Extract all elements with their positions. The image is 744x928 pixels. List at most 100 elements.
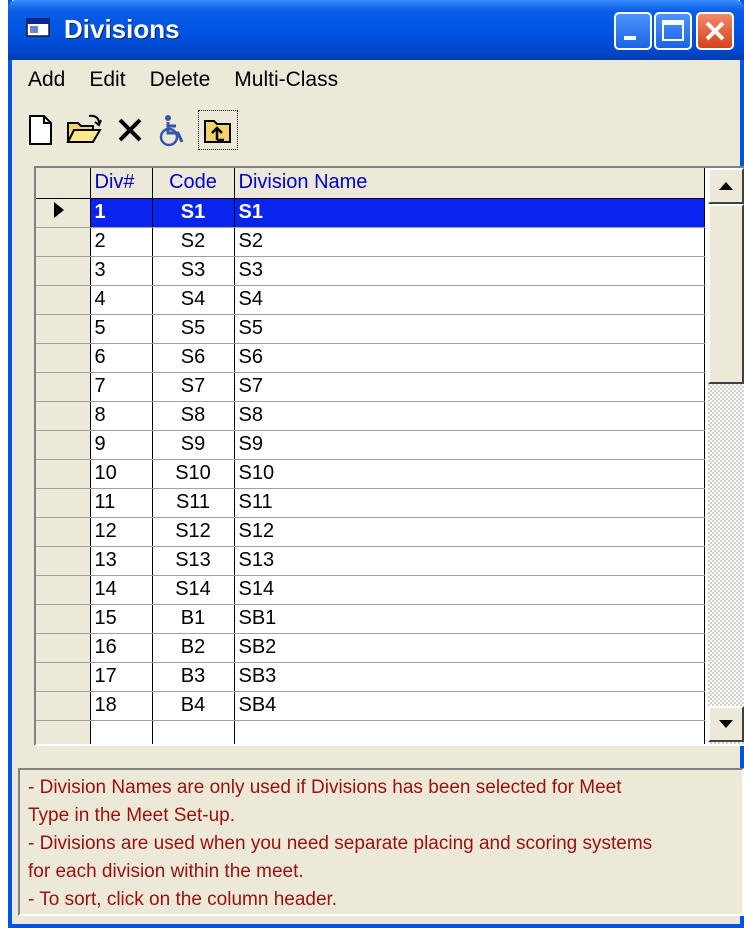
table-row[interactable]: 17 B3 SB3 [36,661,705,692]
cell-div-number[interactable]: 7 [90,372,153,402]
table-row[interactable]: 7 S7 S7 [36,371,705,402]
cell-division-name[interactable]: S13 [234,546,705,576]
cell-div-number[interactable]: 1 [90,198,153,228]
cell-division-name[interactable]: S1 [234,198,705,228]
cell-div-number[interactable]: 12 [90,517,153,547]
cell-division-name[interactable]: S4 [234,285,705,315]
table-row[interactable]: 10 S10 S10 [36,458,705,489]
cell-division-name[interactable]: S9 [234,430,705,460]
menu-multi-class[interactable]: Multi-Class [222,68,350,92]
table-row[interactable]: 11 S11 S11 [36,487,705,518]
row-selector[interactable] [36,255,91,286]
row-selector[interactable] [36,458,91,489]
scroll-down-button[interactable] [708,706,744,742]
cell-div-number[interactable]: 11 [90,488,153,518]
cell-code[interactable]: S10 [152,459,235,489]
cell-division-name[interactable]: SB1 [234,604,705,634]
cell-division-name[interactable]: SB4 [234,691,705,721]
row-selector[interactable] [36,603,91,634]
cell-div-number[interactable]: 17 [90,662,153,692]
cell-div-number[interactable]: 9 [90,430,153,460]
delete-button[interactable] [110,110,150,150]
cell-division-name[interactable]: S8 [234,401,705,431]
cell-div-number[interactable]: 2 [90,227,153,257]
cell-div-number[interactable]: 18 [90,691,153,721]
scroll-thumb[interactable] [708,204,744,384]
cell-code[interactable]: B3 [152,662,235,692]
cell-div-number[interactable]: 10 [90,459,153,489]
cell-div-number[interactable]: 16 [90,633,153,663]
header-div-number[interactable]: Div# [90,168,153,199]
cell-division-name[interactable]: S11 [234,488,705,518]
table-row[interactable]: 15 B1 SB1 [36,603,705,634]
cell-code[interactable]: S6 [152,343,235,373]
table-row[interactable]: 3 S3 S3 [36,255,705,286]
cell-code[interactable]: S5 [152,314,235,344]
table-row[interactable]: 16 B2 SB2 [36,632,705,663]
vertical-scrollbar[interactable] [708,168,744,744]
row-selector[interactable] [36,342,91,373]
minimize-button[interactable] [614,12,652,50]
title-bar[interactable]: Divisions [8,0,744,60]
cell-div-number[interactable]: 5 [90,314,153,344]
table-row[interactable]: 5 S5 S5 [36,313,705,344]
row-selector[interactable] [36,226,91,257]
close-button[interactable] [696,12,734,50]
cell-code[interactable]: S12 [152,517,235,547]
table-row[interactable]: 2 S2 S2 [36,226,705,257]
header-division-name[interactable]: Division Name [234,168,705,199]
cell-division-name[interactable]: SB3 [234,662,705,692]
row-selector[interactable] [36,632,91,663]
row-selector[interactable] [36,429,91,460]
cell-code[interactable]: S2 [152,227,235,257]
cell-div-number[interactable]: 8 [90,401,153,431]
row-selector[interactable] [36,487,91,518]
row-selector[interactable] [36,574,91,605]
cell-code[interactable]: B2 [152,633,235,663]
cell-code[interactable]: S3 [152,256,235,286]
row-selector[interactable] [36,313,91,344]
table-row[interactable]: 1 S1 S1 [36,197,705,228]
cell-division-name[interactable]: S12 [234,517,705,547]
table-row[interactable]: 13 S13 S13 [36,545,705,576]
cell-division-name[interactable]: S5 [234,314,705,344]
table-row[interactable]: 12 S12 S12 [36,516,705,547]
table-row[interactable]: 6 S6 S6 [36,342,705,373]
menu-delete[interactable]: Delete [138,68,223,92]
row-selector[interactable] [36,197,91,228]
table-row[interactable]: 18 B4 SB4 [36,690,705,721]
scroll-up-button[interactable] [708,168,744,204]
row-selector[interactable] [36,284,91,315]
cell-code[interactable]: B1 [152,604,235,634]
cell-code[interactable]: S13 [152,546,235,576]
row-selector-header[interactable] [36,168,91,199]
cell-div-number[interactable]: 3 [90,256,153,286]
cell-code[interactable]: S4 [152,285,235,315]
cell-div-number[interactable]: 14 [90,575,153,605]
cell-division-name[interactable]: S7 [234,372,705,402]
cell-div-number[interactable]: 13 [90,546,153,576]
new-button[interactable] [20,110,60,150]
cell-code[interactable]: S7 [152,372,235,402]
cell-division-name[interactable]: S10 [234,459,705,489]
cell-code[interactable]: S14 [152,575,235,605]
cell-div-number[interactable]: 6 [90,343,153,373]
cell-div-number[interactable]: 15 [90,604,153,634]
cell-division-name[interactable]: S14 [234,575,705,605]
cell-division-name[interactable]: S2 [234,227,705,257]
table-row[interactable]: 4 S4 S4 [36,284,705,315]
table-row[interactable]: 8 S8 S8 [36,400,705,431]
cell-code[interactable]: B4 [152,691,235,721]
cell-code[interactable]: S1 [152,198,235,228]
cell-code[interactable]: S11 [152,488,235,518]
cell-division-name[interactable]: S3 [234,256,705,286]
table-row[interactable]: 9 S9 S9 [36,429,705,460]
cell-code[interactable]: S8 [152,401,235,431]
header-code[interactable]: Code [152,168,235,199]
menu-add[interactable]: Add [12,68,77,92]
row-selector[interactable] [36,371,91,402]
table-row[interactable]: 14 S14 S14 [36,574,705,605]
wheelchair-button[interactable] [152,110,192,150]
row-selector[interactable] [36,661,91,692]
row-selector[interactable] [36,545,91,576]
